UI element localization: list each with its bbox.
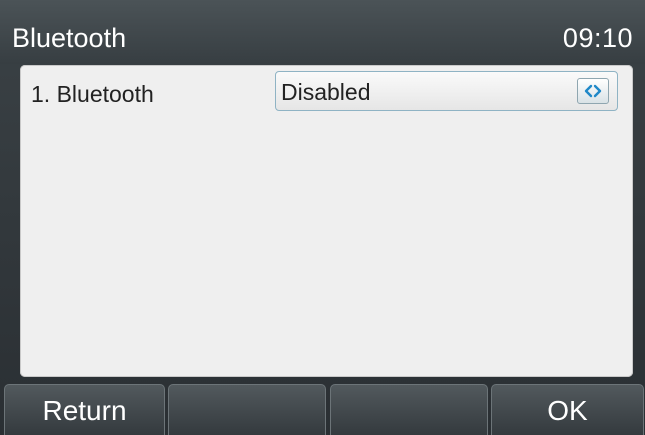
setting-label: 1. Bluetooth [31,81,154,107]
phone-screen: Bluetooth 09:10 1. Bluetooth Disabled Re… [0,0,645,435]
select-value: Disabled [281,79,371,105]
left-right-arrows-icon[interactable] [577,78,609,104]
softkey-3[interactable] [330,384,488,435]
softkey-bar: Return OK [0,384,645,435]
return-softkey[interactable]: Return [4,384,165,435]
setting-row-bluetooth[interactable]: 1. Bluetooth Disabled [20,65,633,119]
bluetooth-mode-select[interactable]: Disabled [275,71,618,111]
clock-time: 09:10 [562,23,633,53]
ok-softkey[interactable]: OK [491,384,644,435]
settings-panel: 1. Bluetooth Disabled [20,65,633,377]
title-bar: Bluetooth 09:10 [0,0,645,64]
softkey-2[interactable] [168,384,326,435]
page-title: Bluetooth [12,23,127,53]
left-right-arrows-icon-svg [584,84,602,98]
